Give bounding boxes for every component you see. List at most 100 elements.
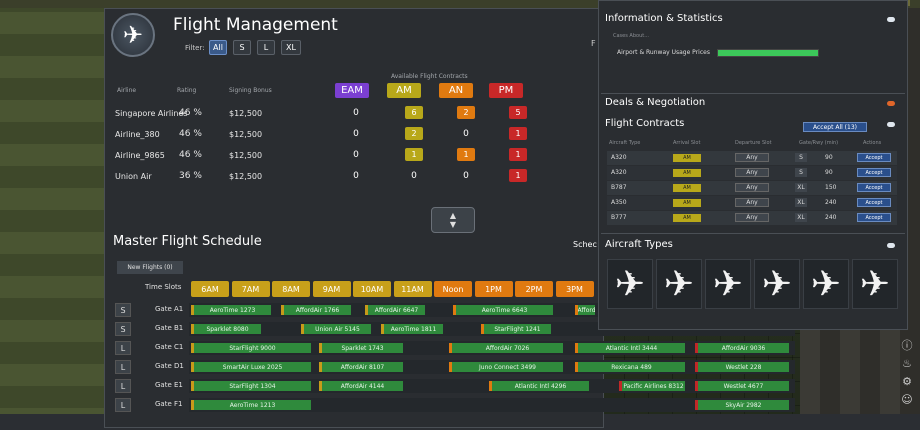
flight-bar[interactable]: AffordAir 9036: [695, 343, 789, 353]
filter-s-button[interactable]: S: [233, 40, 251, 55]
contracts-toggle-icon[interactable]: [887, 122, 895, 127]
flight-bar[interactable]: Westlet 4677: [695, 381, 789, 391]
info-toggle-icon[interactable]: [887, 17, 895, 22]
deals-title[interactable]: Deals & Negotiation: [605, 97, 705, 108]
flight-bar[interactable]: Atlantic Intl 4296: [489, 381, 589, 391]
time-slot-noon[interactable]: Noon: [434, 281, 472, 297]
departure-slot-select[interactable]: Any: [735, 153, 769, 162]
airline-name: Union Air: [115, 172, 152, 181]
gate-name: Gate C1: [155, 343, 184, 351]
gate-size-badge: L: [115, 379, 131, 393]
flight-bar[interactable]: Atlantic Intl 3444: [575, 343, 685, 353]
flight-bar[interactable]: StarFlight 1304: [191, 381, 311, 391]
slot-header-eam: EAM: [335, 83, 369, 98]
contract-count-pm[interactable]: 1: [509, 127, 527, 140]
flight-bar[interactable]: SmartAir Luxe 2025: [191, 362, 311, 372]
time-slot-8am[interactable]: 8AM: [272, 281, 310, 297]
time-slot-3pm[interactable]: 3PM: [555, 281, 594, 297]
flight-bar[interactable]: Westlet 228: [695, 362, 789, 372]
wrench-icon[interactable]: ⚙: [900, 374, 914, 388]
contract-row: A320 AM Any S 90 Accept: [607, 166, 897, 180]
airplane-icon[interactable]: ✈: [607, 259, 653, 309]
contract-count-am[interactable]: 2: [405, 127, 423, 140]
time-slot-1pm[interactable]: 1PM: [474, 281, 513, 297]
flight-bar[interactable]: Pacific Airlines 8312: [619, 381, 685, 391]
airplane-icon[interactable]: ✈: [705, 259, 751, 309]
filter-xl-button[interactable]: XL: [281, 40, 301, 55]
filter-all-button[interactable]: All: [209, 40, 227, 55]
flight-bar[interactable]: Sparklet 8080: [191, 324, 261, 334]
gate-name: Gate B1: [155, 324, 184, 332]
departure-slot-select[interactable]: Any: [735, 168, 769, 177]
flight-bar[interactable]: SkyAir 2982: [695, 400, 789, 410]
accept-button[interactable]: Accept: [857, 183, 891, 192]
flight-bar[interactable]: StarFlight 9000: [191, 343, 311, 353]
contract-count-pm[interactable]: 1: [509, 169, 527, 182]
flight-contracts-title[interactable]: Flight Contracts: [605, 118, 684, 129]
airplane-icon[interactable]: ✈: [803, 259, 849, 309]
person-icon[interactable]: ☺: [900, 392, 914, 406]
departure-slot-select[interactable]: Any: [735, 183, 769, 192]
airline-name: Airline_380: [115, 130, 160, 139]
contract-header: Departure Slot: [735, 140, 772, 146]
flight-bar[interactable]: StarFlight 1241: [481, 324, 551, 334]
airline-rating: 46 %: [179, 150, 202, 160]
aircraft-toggle-icon[interactable]: [887, 243, 895, 248]
contract-header: Gate/Rwy (min): [799, 140, 839, 146]
time-slot-7am[interactable]: 7AM: [231, 281, 270, 297]
flight-bar[interactable]: AffordAir 1766: [281, 305, 351, 315]
new-flights-tab[interactable]: New Flights (0): [117, 261, 183, 274]
flight-bar[interactable]: AffordAir 4144: [319, 381, 403, 391]
contract-count-am[interactable]: 1: [405, 148, 423, 161]
accept-button[interactable]: Accept: [857, 213, 891, 222]
flight-bar[interactable]: Sparklet 1743: [319, 343, 403, 353]
airplane-icon[interactable]: ✈: [754, 259, 800, 309]
flight-bar[interactable]: AffordAir 8107: [319, 362, 403, 372]
flight-bar[interactable]: AeroTime 1273: [191, 305, 271, 315]
time-slot-6am[interactable]: 6AM: [191, 281, 229, 297]
time-slot-11am[interactable]: 11AM: [393, 281, 432, 297]
flight-bar[interactable]: Juno Connect 3499: [449, 362, 563, 372]
airline-row[interactable]: Union Air 36 % $12,500 0 0 0 1: [115, 168, 585, 186]
flight-bar[interactable]: Afford: [575, 305, 595, 315]
departure-slot-select[interactable]: Any: [735, 198, 769, 207]
fire-icon[interactable]: ♨: [900, 356, 914, 370]
schedule-tab-label[interactable]: Schec: [573, 240, 597, 249]
airline-row[interactable]: Airline_9865 46 % $12,500 0 1 1 1: [115, 147, 585, 165]
airplane-icon[interactable]: ✈: [656, 259, 702, 309]
accept-all-button[interactable]: Accept All (13): [803, 122, 867, 132]
flight-bar[interactable]: Rexicana 489: [575, 362, 685, 372]
flight-bar[interactable]: AffordAir 6647: [365, 305, 425, 315]
contract-count-an[interactable]: 2: [457, 106, 475, 119]
flight-bar[interactable]: AeroTime 6643: [453, 305, 553, 315]
airline-row[interactable]: Singapore Airlines 46 % $12,500 0 6 2 5: [115, 105, 585, 123]
header-airline: Airline: [117, 87, 137, 94]
airline-row[interactable]: Airline_380 46 % $12,500 0 2 0 1: [115, 126, 585, 144]
deals-alert-icon[interactable]: [887, 101, 895, 106]
info-icon[interactable]: ⓘ: [900, 338, 914, 352]
info-statistics-title[interactable]: Information & Statistics: [605, 13, 723, 24]
contract-count-an[interactable]: 1: [457, 148, 475, 161]
filter-l-button[interactable]: L: [257, 40, 275, 55]
contract-count-pm[interactable]: 5: [509, 106, 527, 119]
accept-button[interactable]: Accept: [857, 198, 891, 207]
flight-bar[interactable]: AffordAir 7026: [449, 343, 563, 353]
flight-bar[interactable]: AeroTime 1213: [191, 400, 311, 410]
flight-bar[interactable]: Union Air 5145: [301, 324, 371, 334]
departure-slot-select[interactable]: Any: [735, 213, 769, 222]
contract-count-eam: 0: [353, 149, 359, 160]
airplane-icon[interactable]: ✈: [852, 259, 898, 309]
contract-count-eam: 0: [353, 128, 359, 139]
accept-button[interactable]: Accept: [857, 168, 891, 177]
time-slot-10am[interactable]: 10AM: [353, 281, 391, 297]
flight-bar[interactable]: AeroTime 1811: [381, 324, 443, 334]
aircraft-type: A320: [611, 154, 627, 161]
chevron-up-down-icon[interactable]: ▲ ▼: [431, 207, 475, 233]
aircraft-types-title[interactable]: Aircraft Types: [605, 239, 673, 250]
time-slot-9am[interactable]: 9AM: [312, 281, 351, 297]
contract-count-am[interactable]: 6: [405, 106, 423, 119]
time-slot-2pm[interactable]: 2PM: [515, 281, 553, 297]
contract-count-pm[interactable]: 1: [509, 148, 527, 161]
slot-header-am: AM: [387, 83, 421, 98]
accept-button[interactable]: Accept: [857, 153, 891, 162]
